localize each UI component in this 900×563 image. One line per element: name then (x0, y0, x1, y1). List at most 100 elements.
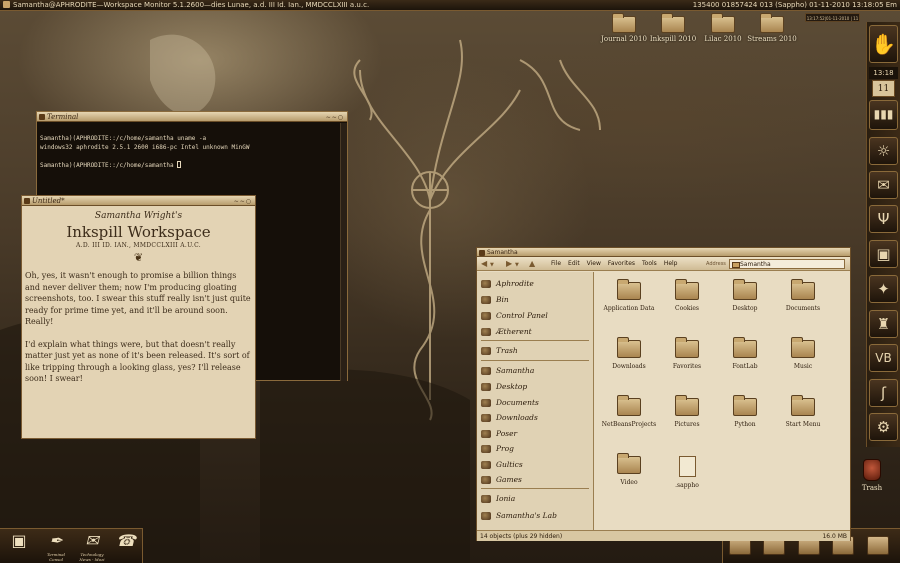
folder-icon (675, 337, 699, 358)
menu-view[interactable]: View (587, 260, 601, 267)
fm-file-grid: Application Data Cookies Desktop Documen… (598, 272, 850, 530)
window-controls[interactable]: ∼∼○ (326, 113, 344, 123)
menu-file[interactable]: File (551, 260, 561, 267)
psi-icon[interactable]: Ψ (869, 205, 898, 233)
sidebar-item-downloads[interactable]: Downloads (481, 411, 538, 424)
sidebar-item-samanthas-lab[interactable]: Samantha's Lab (481, 509, 557, 522)
address-bar[interactable]: Samantha (729, 259, 845, 269)
mail-icon: ✉ (85, 531, 99, 550)
dock-item-phone[interactable]: ☎ (110, 531, 142, 552)
file-item-application-data[interactable]: Application Data (598, 279, 660, 312)
folder-icon (791, 395, 815, 416)
bird-icon[interactable]: ✦ (869, 275, 898, 303)
file-item-favorites[interactable]: Favorites (656, 337, 718, 370)
desktop-icon-streams[interactable]: Streams 2010 (746, 13, 798, 43)
desktop-trash[interactable]: Trash (857, 459, 887, 492)
note-subtitle: Samantha Wright's (94, 211, 183, 221)
sidebar-item-aetherent[interactable]: Ætherent (481, 325, 532, 338)
status-object-count: 14 objects (plus 29 hidden) (480, 533, 563, 540)
sidebar-item-trash[interactable]: Trash (481, 344, 518, 357)
file-item-music[interactable]: Music (772, 337, 834, 370)
menu-help[interactable]: Help (664, 260, 678, 267)
top-status-bar: Samantha@APHRODITE—Workspace Monitor 5.1… (0, 0, 900, 11)
file-item-documents[interactable]: Documents (772, 279, 834, 312)
back-dropdown-icon[interactable]: ▼ (490, 262, 494, 268)
note-content[interactable]: Samantha Wright's Inkspill Workspace A.D… (22, 206, 255, 385)
file-item-sappho[interactable]: .sappho (656, 456, 718, 489)
sidebar-item-aphrodite[interactable]: Aphrodite (481, 277, 534, 290)
dock-item-terminal[interactable]: ✒ Terminal Consol (40, 531, 72, 562)
dock-item-news[interactable]: ✉ Technology News - Mozi (76, 531, 108, 562)
desktop-icon-journal[interactable]: Journal 2010 (598, 13, 650, 43)
fm-sidebar: Aphrodite Bin Control Panel Ætherent Tra… (477, 272, 594, 530)
sidebar-item-gultics[interactable]: Gultics (481, 458, 523, 471)
sidebar-item-games[interactable]: Games (481, 473, 522, 486)
vb-icon[interactable]: VB (869, 344, 898, 372)
bars-icon[interactable]: ▮▮▮ (869, 100, 898, 130)
file-item-pictures[interactable]: Pictures (656, 395, 718, 428)
bottom-left-dock: ▣ ✒ Terminal Consol ✉ Technology News - Mo… (0, 528, 143, 563)
note-icon (24, 198, 30, 204)
launcher-icon: ▣ (11, 531, 27, 550)
terminal-titlebar[interactable]: Terminal ∼∼○ (37, 112, 347, 122)
file-item-netbeansprojects[interactable]: NetBeansProjects (598, 395, 660, 428)
terminal-scrollbar[interactable] (340, 123, 347, 381)
sidebar-item-documents[interactable]: Documents (481, 396, 539, 409)
calendar-icon[interactable]: 11 (872, 80, 895, 97)
sidebar-item-control-panel[interactable]: Control Panel (481, 309, 548, 322)
note-date: A.D. III ID. IAN., MMDCCLXIII A.U.C. (75, 242, 202, 249)
mail-icon[interactable]: ✉ (869, 171, 898, 199)
note-window[interactable]: Untitled* ∼∼○ Samantha Wright's Inkspill… (21, 195, 256, 439)
fm-toolbar: ◀ ▼ ▶ ▼ ▲ File Edit View Favorites Tools Help… (477, 257, 850, 271)
sidebar-divider (481, 488, 589, 489)
text-cursor (177, 161, 182, 168)
menu-tools[interactable]: Tools (642, 260, 657, 267)
chess-icon[interactable]: ♜ (869, 310, 898, 338)
folder-icon (791, 337, 815, 358)
globe-icon[interactable]: ☼ (869, 137, 898, 165)
file-item-desktop[interactable]: Desktop (714, 279, 776, 312)
sidebar-item-desktop[interactable]: Desktop (481, 380, 527, 393)
file-item-fontlab[interactable]: FontLab (714, 337, 776, 370)
file-item-python[interactable]: Python (714, 395, 776, 428)
sidebar-item-prog[interactable]: Prog (481, 442, 514, 455)
sidebar-item-samantha[interactable]: Samantha (481, 364, 534, 377)
fm-status-bar: 14 objects (plus 29 hidden) 16.0 MB (477, 530, 850, 541)
globe-lock-icon[interactable]: ⚙ (869, 413, 898, 441)
phone-icon: ☎ (116, 531, 136, 550)
note-paragraph: Oh, yes, it wasn't enough to promise a b… (25, 271, 251, 326)
forward-arrow-icon[interactable]: ▶ (506, 259, 512, 268)
file-item-cookies[interactable]: Cookies (656, 279, 718, 312)
file-manager-window[interactable]: Samantha ◀ ▼ ▶ ▼ ▲ File Edit View Favorites… (476, 247, 851, 541)
script-s-icon[interactable]: ʃ (869, 379, 898, 407)
folder-icon (661, 13, 685, 33)
note-titlebar[interactable]: Untitled* ∼∼○ (22, 196, 255, 206)
up-folder-icon[interactable]: ▲ (529, 259, 535, 268)
sidebar-item-bin[interactable]: Bin (481, 293, 509, 306)
topbar-left: Samantha@APHRODITE—Workspace Monitor 5.1… (3, 0, 369, 10)
sidebar-item-ionia[interactable]: Ionia (481, 492, 515, 505)
folder-icon (675, 279, 699, 300)
folder-icon (733, 337, 757, 358)
folder-icon (760, 13, 784, 33)
desktop-icon-inkspill[interactable]: Inkspill 2010 (647, 13, 699, 43)
file-item-downloads[interactable]: Downloads (598, 337, 660, 370)
menu-favorites[interactable]: Favorites (608, 260, 635, 267)
file-item-start-menu[interactable]: Start Menu (772, 395, 834, 428)
forward-dropdown-icon[interactable]: ▼ (515, 262, 519, 268)
terminal-output[interactable]: Samantha)(APHRODITE::/c/home/samantha un… (37, 122, 347, 170)
dock-item-launcher[interactable]: ▣ (3, 531, 35, 552)
menu-edit[interactable]: Edit (568, 260, 580, 267)
address-label: Address (706, 261, 726, 267)
quill-icon: ✒ (49, 531, 63, 550)
file-item-video[interactable]: Video (598, 453, 660, 486)
monitor-icon[interactable]: ▣ (869, 240, 898, 268)
window-controls[interactable]: ∼∼○ (234, 197, 252, 207)
hand-logo-icon[interactable]: ✋ (869, 25, 898, 63)
back-arrow-icon[interactable]: ◀ (481, 259, 487, 268)
desktop-icon-lilac[interactable]: Lilac 2010 (697, 13, 749, 43)
folder-icon[interactable] (867, 536, 889, 555)
sidebar-divider (481, 340, 589, 341)
fm-titlebar[interactable]: Samantha (477, 248, 850, 257)
sidebar-item-poser[interactable]: Poser (481, 427, 517, 440)
